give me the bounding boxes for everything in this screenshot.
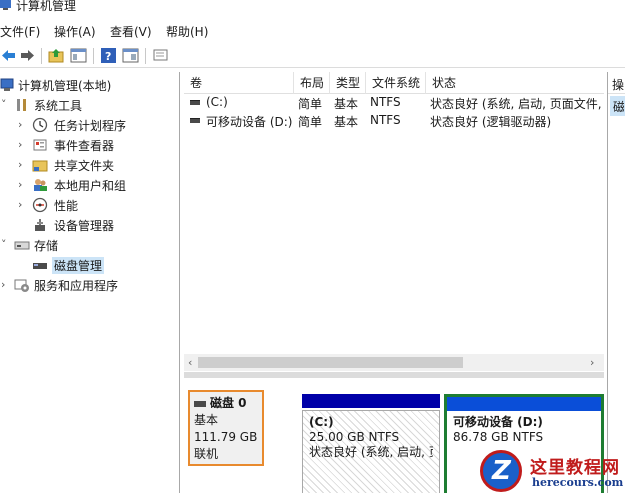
scrollbar-thumb[interactable] (198, 357, 463, 368)
toolbar-separator (93, 48, 94, 64)
computer-management-icon (0, 78, 14, 91)
menu-help[interactable]: 帮助(H) (166, 23, 208, 40)
toolbar-separator (41, 48, 42, 64)
logical-partition-bar (447, 397, 601, 411)
chevron-right-icon[interactable]: › (18, 158, 28, 171)
column-type[interactable]: 类型 (330, 72, 366, 94)
console-icon[interactable] (152, 47, 169, 64)
navigation-tree: 计算机管理(本地) ˅ 系统工具 › 任务计划程序 › 事件查看器 › 共享文件… (0, 72, 180, 493)
toolbar: ? (0, 44, 625, 68)
watermark: Z 这里教程网 herecours.com (476, 448, 625, 493)
window-title: 计算机管理 (16, 0, 77, 13)
chevron-right-icon[interactable]: › (18, 198, 28, 211)
partition-size: 25.00 GB NTFS (309, 430, 400, 444)
title-bar: 计算机管理 (0, 0, 625, 16)
chevron-right-icon[interactable]: › (18, 118, 28, 131)
properties-icon[interactable] (122, 47, 139, 64)
clock-icon (32, 117, 48, 133)
column-volume[interactable]: 卷 (184, 72, 294, 94)
chevron-right-icon[interactable]: › (18, 178, 28, 191)
folder-up-icon[interactable] (48, 47, 65, 64)
scroll-right-icon[interactable]: › (590, 356, 594, 369)
show-hide-tree-icon[interactable] (70, 47, 87, 64)
chevron-down-icon[interactable]: ˅ (1, 98, 11, 111)
shared-folder-icon (32, 160, 48, 172)
watermark-url: herecours.com (532, 476, 624, 489)
disk-size: 111.79 GB (194, 430, 258, 444)
disk-type: 基本 (194, 413, 219, 427)
column-status[interactable]: 状态 (426, 72, 604, 94)
partition-status: 状态良好 (系统, 启动, 页 (309, 445, 433, 459)
menu-bar: 文件(F) 操作(A) 查看(V) 帮助(H) (0, 20, 625, 42)
table-row[interactable]: 可移动设备 (D:) 简单 基本 NTFS 状态良好 (逻辑驱动器) (184, 112, 604, 130)
svg-text:?: ? (105, 50, 111, 63)
chevron-down-icon[interactable]: ˅ (1, 238, 11, 251)
partition-size: 86.78 GB NTFS (453, 430, 544, 444)
column-file-system[interactable]: 文件系统 (366, 72, 426, 94)
chevron-right-icon[interactable]: › (18, 138, 28, 151)
partition-c[interactable]: (C:) 25.00 GB NTFS 状态良好 (系统, 启动, 页 (302, 394, 440, 493)
toolbar-separator (145, 48, 146, 64)
main-panel: 卷 布局 类型 文件系统 状态 (C:) 简单 基本 NTFS 状态良好 (系统… (184, 72, 604, 493)
horizontal-scrollbar[interactable]: ‹ › (184, 354, 604, 371)
partition-name: (C:) (309, 415, 334, 429)
tools-icon (17, 99, 26, 111)
menu-view[interactable]: 查看(V) (110, 23, 152, 40)
services-icon (14, 279, 29, 292)
primary-partition-bar (302, 394, 440, 408)
volume-icon (190, 100, 200, 105)
users-icon (34, 179, 47, 191)
column-layout[interactable]: 布局 (294, 72, 330, 94)
chevron-right-icon[interactable]: › (1, 278, 11, 291)
disk-icon (194, 400, 206, 407)
disk-0-info[interactable]: 磁盘 0 基本 111.79 GB 联机 (188, 390, 264, 466)
watermark-logo-icon: Z (480, 450, 522, 492)
disk-management-icon (33, 263, 47, 269)
performance-icon (32, 197, 48, 213)
volume-list-header: 卷 布局 类型 文件系统 状态 (184, 72, 604, 94)
back-arrow-icon[interactable] (0, 47, 17, 64)
volume-icon (190, 118, 200, 123)
event-viewer-icon (33, 139, 47, 151)
actions-item-disk-management[interactable]: 磁 (610, 96, 625, 116)
forward-arrow-icon[interactable] (19, 47, 36, 64)
watermark-title: 这里教程网 (530, 458, 620, 478)
computer-management-icon (0, 0, 11, 10)
actions-pane: 操 磁 (607, 72, 625, 493)
scroll-left-icon[interactable]: ‹ (188, 356, 192, 369)
actions-header: 操 (612, 78, 625, 92)
table-row[interactable]: (C:) 简单 基本 NTFS 状态良好 (系统, 启动, 页面文件, (184, 94, 604, 112)
device-manager-icon (35, 219, 45, 231)
storage-icon (14, 241, 30, 250)
menu-action[interactable]: 操作(A) (54, 23, 96, 40)
menu-file[interactable]: 文件(F) (0, 23, 40, 40)
help-icon[interactable]: ? (100, 47, 117, 64)
disk-state: 联机 (194, 447, 219, 461)
partition-name: 可移动设备 (D:) (453, 415, 543, 429)
disk-name: 磁盘 0 (210, 396, 247, 410)
